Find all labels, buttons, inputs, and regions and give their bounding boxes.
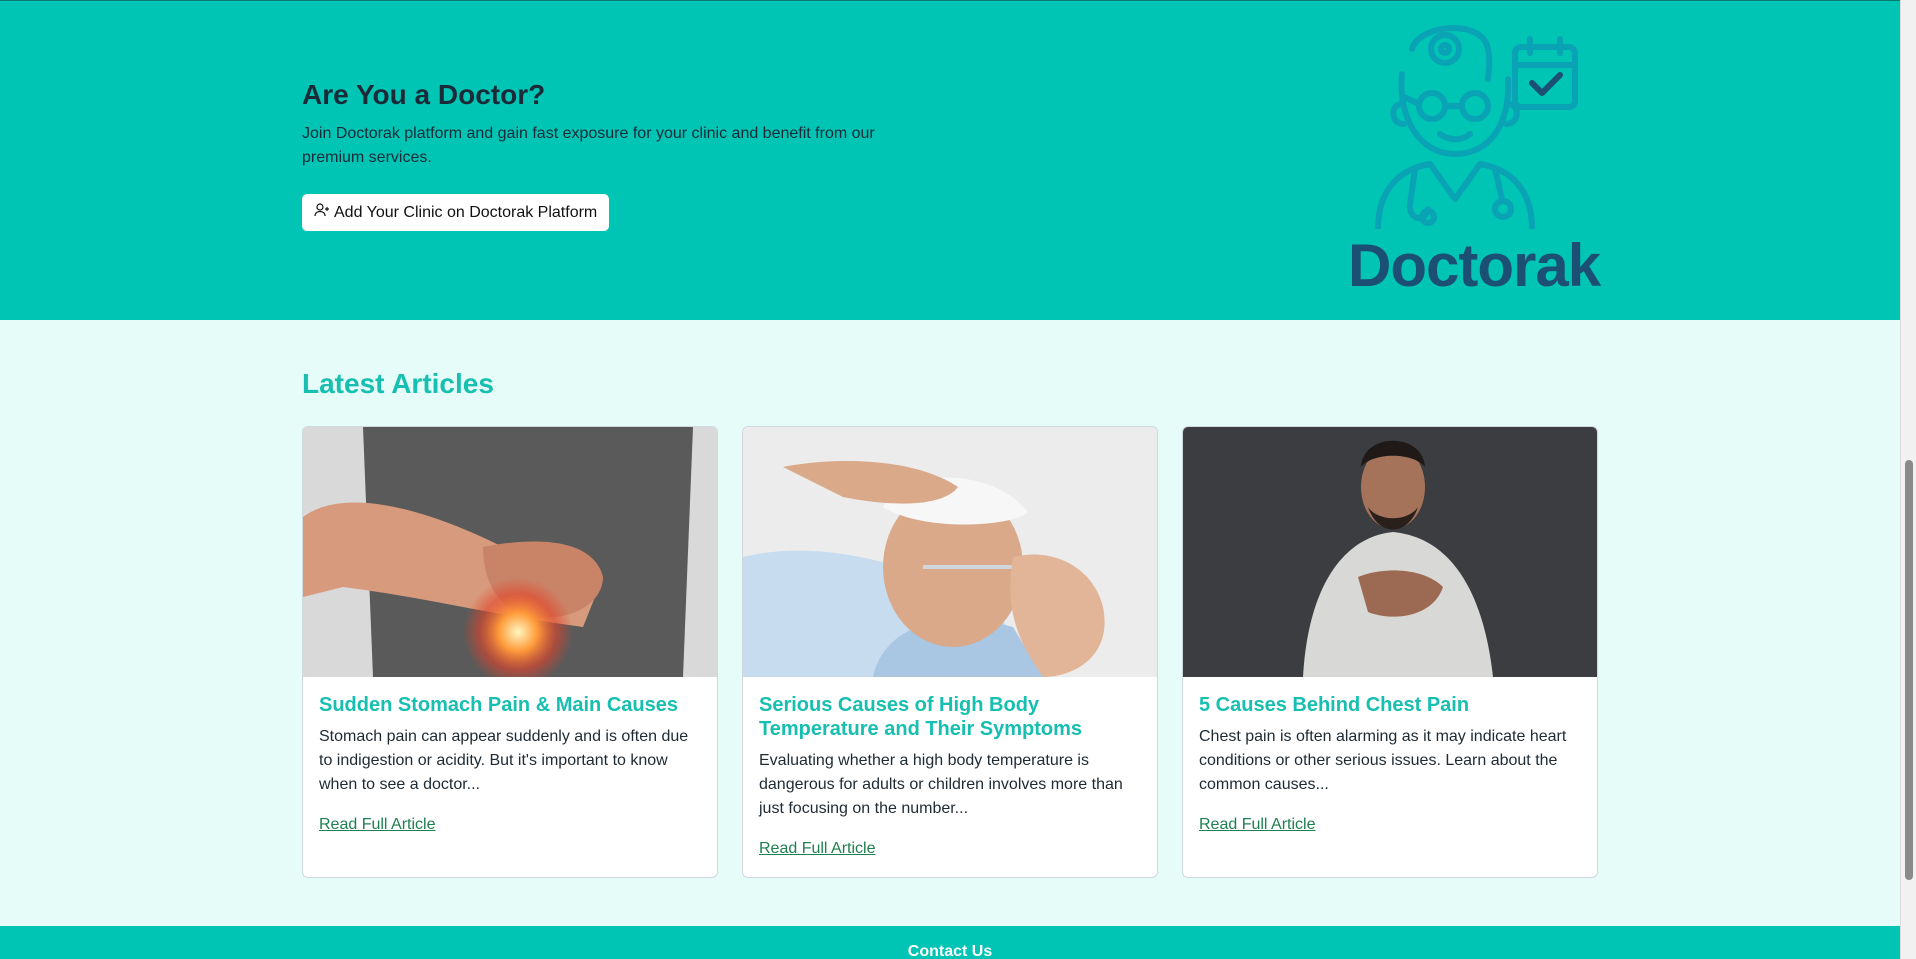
article-excerpt: Chest pain is often alarming as it may i… <box>1199 728 1567 793</box>
article-card: Serious Causes of High Body Temperature … <box>742 426 1158 878</box>
article-card: 5 Causes Behind Chest Pain Chest pain is… <box>1182 426 1598 878</box>
article-card: Sudden Stomach Pain & Main Causes Stomac… <box>302 426 718 878</box>
article-title[interactable]: 5 Causes Behind Chest Pain <box>1199 693 1583 717</box>
article-title[interactable]: Sudden Stomach Pain & Main Causes <box>319 693 703 717</box>
page-scrollbar[interactable] <box>1900 0 1916 959</box>
read-full-article-link[interactable]: Read Full Article <box>759 840 876 857</box>
banner-description: Join Doctorak platform and gain fast exp… <box>302 125 875 166</box>
article-body: 5 Causes Behind Chest Pain Chest pain is… <box>1199 693 1583 837</box>
article-body: Serious Causes of High Body Temperature … <box>759 693 1143 861</box>
article-body: Sudden Stomach Pain & Main Causes Stomac… <box>319 693 703 837</box>
doctor-signup-banner: Are You a Doctor? Join Doctorak platform… <box>0 0 1900 320</box>
article-image-chest-pain[interactable] <box>1183 427 1597 677</box>
latest-articles-heading: Latest Articles <box>302 368 494 399</box>
read-full-article-link[interactable]: Read Full Article <box>1199 816 1316 833</box>
footer: Contact Us <box>0 926 1900 959</box>
logo-wordmark: Doctorak <box>1348 232 1601 299</box>
add-clinic-button-label: Add Your Clinic on Doctorak Platform <box>334 203 598 221</box>
article-excerpt: Stomach pain can appear suddenly and is … <box>319 728 689 793</box>
doctor-calendar-icon <box>1375 25 1578 229</box>
read-full-article-link[interactable]: Read Full Article <box>319 816 436 833</box>
article-title[interactable]: Serious Causes of High Body Temperature … <box>759 693 1143 741</box>
articles-grid: Sudden Stomach Pain & Main Causes Stomac… <box>302 426 1598 878</box>
banner-title: Are You a Doctor? <box>302 79 546 110</box>
article-image-stomach-pain[interactable] <box>303 427 717 677</box>
contact-us-heading: Contact Us <box>907 943 993 959</box>
page: Are You a Doctor? Join Doctorak platform… <box>0 0 1900 959</box>
article-image-high-temperature[interactable] <box>743 427 1157 677</box>
article-excerpt: Evaluating whether a high body temperatu… <box>759 752 1123 817</box>
user-plus-icon <box>314 202 330 223</box>
add-clinic-button[interactable]: Add Your Clinic on Doctorak Platform <box>302 194 610 231</box>
doctorak-logo: Doctorak <box>1340 19 1610 299</box>
scrollbar-thumb[interactable] <box>1905 460 1913 880</box>
